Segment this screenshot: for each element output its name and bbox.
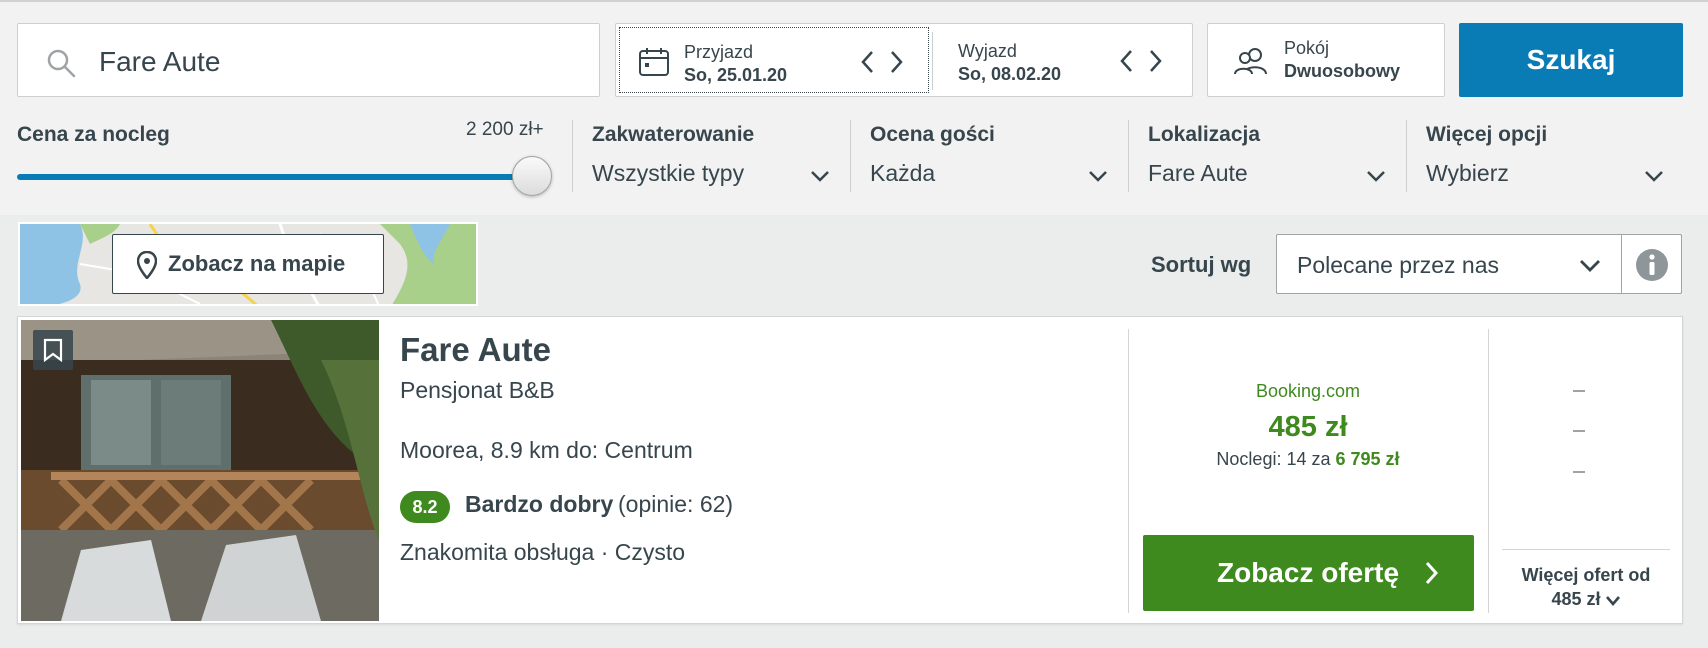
bookmark-icon [43,338,63,362]
review-highlights: Znakomita obsługa · Czysto [400,539,685,566]
search-button[interactable]: Szukaj [1459,23,1683,97]
filter-divider [1128,120,1129,192]
map-pin-icon [137,251,157,279]
more-options-filter-label: Więcej opcji [1426,123,1548,146]
hotel-photo[interactable] [21,320,379,621]
checkout-value: So, 08.02.20 [958,64,1062,84]
destination-search-field[interactable]: Fare Aute [17,23,600,97]
hotel-result-card: Fare Aute Pensjonat B&B Moorea, 8.9 km d… [17,316,1683,624]
deal-provider: Booking.com [1255,381,1361,401]
sort-select-value: Polecane przez nas [1297,252,1500,278]
room-label: Pokój [1284,38,1330,58]
price-slider-handle[interactable] [512,156,552,196]
highlight-service: Znakomita obsługa [400,539,595,565]
highlight-clean: Czysto [614,539,686,565]
guest-rating-filter-label: Ocena gości [870,123,995,146]
price-slider-track[interactable] [17,174,532,180]
hotel-photo-image [21,320,379,621]
location-filter-value: Fare Aute [1148,160,1248,186]
users-icon [1234,48,1267,75]
card-divider [1502,549,1670,550]
highlight-separator: · [600,539,609,565]
deal-price[interactable]: 485 zł [1142,411,1474,444]
location-filter-label: Lokalizacja [1148,123,1261,146]
filter-divider [850,120,851,192]
checkin-value: So, 25.01.20 [684,65,788,85]
filter-divider [1406,120,1407,192]
chevron-left-icon[interactable] [860,50,874,74]
more-offers-line1: Więcej ofert od [1521,565,1651,585]
sort-info-button[interactable] [1621,234,1682,294]
checkin-label: Przyjazd [684,42,754,62]
chevron-down-icon [1580,260,1600,272]
chevron-right-icon[interactable] [1149,49,1163,73]
checkout-arrows [1119,49,1167,73]
info-icon [1636,249,1668,281]
chevron-down-icon [1367,171,1385,182]
accommodation-filter-label: Zakwaterowanie [592,123,755,146]
checkout-field[interactable]: Wyjazd So, 08.02.20 [934,27,1189,93]
chevron-left-icon[interactable] [1119,49,1133,73]
price-max-label: 2 200 zł+ [466,119,544,140]
more-options-filter-value: Wybierz [1426,160,1509,186]
more-offers-link[interactable]: Więcej ofert od 485 zł [1502,563,1670,611]
hotel-type: Pensjonat B&B [400,377,555,403]
chevron-down-icon [1605,595,1620,606]
rating-text: Bardzo dobry [465,491,614,517]
deal-total: Noclegi: 14 za 6 795 zł [1142,449,1474,470]
view-on-map-button[interactable]: Zobacz na mapie [112,234,384,294]
chevron-right-icon [1425,561,1439,585]
location-filter[interactable]: Lokalizacja Fare Aute [1148,118,1388,194]
calendar-icon [639,48,669,76]
search-icon [47,49,76,78]
sort-select[interactable]: Polecane przez nas [1276,234,1622,294]
chevron-right-icon[interactable] [890,50,904,74]
sort-label: Sortuj wg [1151,252,1252,277]
rating-count[interactable]: (opinie: 62) [618,491,733,518]
accommodation-filter-value: Wszystkie typy [592,160,745,186]
hotel-location[interactable]: Moorea, 8.9 km do: Centrum [400,437,693,464]
date-divider [932,32,933,90]
empty-offer-dash [1573,430,1585,432]
view-deal-label: Zobacz ofertę [1217,557,1400,588]
deal-total-value: 6 795 zł [1335,449,1400,469]
chevron-down-icon [1645,171,1663,182]
view-deal-button[interactable]: Zobacz ofertę [1143,535,1474,611]
chevron-down-icon [1089,171,1107,182]
date-picker: Przyjazd So, 25.01.20 Wyjazd So, 08.02.2… [615,23,1193,97]
chevron-down-icon [811,171,829,182]
accommodation-filter[interactable]: Zakwaterowanie Wszystkie typy [592,118,832,194]
more-offers-line2: 485 zł [1502,587,1670,611]
room-type-field[interactable]: Pokój Dwuosobowy [1207,23,1445,97]
empty-offer-dash [1573,471,1585,473]
empty-offer-dash [1573,390,1585,392]
price-filter-label: Cena za nocleg [17,123,170,146]
destination-input-value: Fare Aute [99,46,221,77]
rating-score-badge: 8.2 [400,491,450,523]
checkin-arrows [860,50,908,74]
guest-rating-filter[interactable]: Ocena gości Każda [870,118,1110,194]
checkout-label: Wyjazd [958,41,1017,61]
more-options-filter[interactable]: Więcej opcji Wybierz [1426,118,1666,194]
guest-rating-filter-value: Każda [870,160,936,186]
filter-divider [572,120,573,192]
deal-total-prefix: Noclegi: 14 za [1216,449,1331,469]
checkin-field[interactable]: Przyjazd So, 25.01.20 [619,27,929,93]
card-divider [1128,329,1129,613]
save-bookmark-button[interactable] [33,330,73,370]
view-on-map-label: Zobacz na mapie [168,251,346,276]
hotel-name[interactable]: Fare Aute [400,331,551,369]
room-value: Dwuosobowy [1284,61,1400,81]
card-divider [1488,329,1489,613]
more-offers-price: 485 zł [1551,589,1601,609]
